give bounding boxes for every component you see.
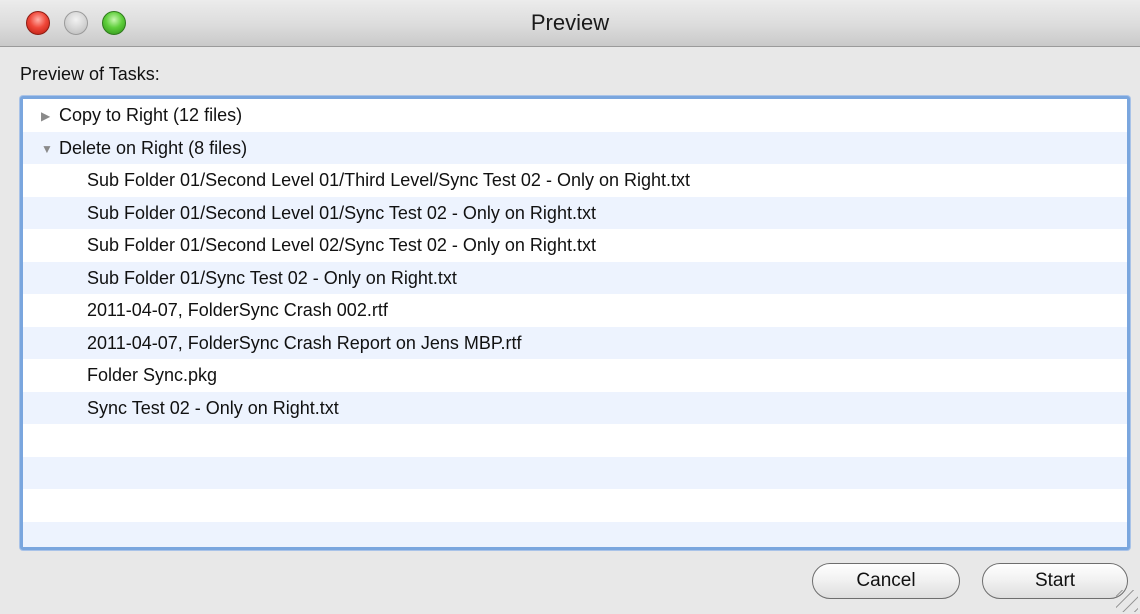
list-item[interactable]: 2011-04-07, FolderSync Crash 002.rtf [23, 294, 1127, 327]
file-path-label: Folder Sync.pkg [87, 365, 218, 385]
group-row-copy-to-right[interactable]: ▶ Copy to Right (12 files) [23, 99, 1127, 132]
preview-of-tasks-label: Preview of Tasks: [20, 64, 160, 84]
list-item[interactable]: Folder Sync.pkg [23, 359, 1127, 392]
group-label: Copy to Right (12 files) [59, 105, 243, 125]
resize-grip-icon[interactable] [1116, 590, 1138, 612]
cancel-button[interactable]: Cancel [812, 563, 960, 599]
file-path-label: Sync Test 02 - Only on Right.txt [87, 397, 339, 418]
file-path-label: 2011-04-07, FolderSync Crash Report on J… [87, 332, 522, 353]
list-item[interactable]: Sub Folder 01/Second Level 02/Sync Test … [23, 229, 1127, 262]
file-path-label: Sub Folder 01/Second Level 01/Third Leve… [87, 170, 690, 190]
window-title: Preview [530, 10, 610, 35]
empty-row [23, 521, 1127, 547]
file-path-label: Sub Folder 01/Sync Test 02 - Only on Rig… [87, 267, 457, 288]
list-item[interactable]: Sub Folder 01/Second Level 01/Sync Test … [23, 196, 1127, 229]
disclosure-collapsed-icon[interactable]: ▶ [41, 100, 59, 133]
file-path-label: Sub Folder 01/Second Level 02/Sync Test … [87, 235, 596, 255]
file-path-label: 2011-04-07, FolderSync Crash 002.rtf [87, 300, 388, 320]
preview-window: Preview Preview of Tasks: ▶ Copy to Right… [0, 0, 1140, 614]
group-label: Delete on Right (8 files) [59, 137, 248, 158]
list-item[interactable]: Sync Test 02 - Only on Right.txt [23, 391, 1127, 424]
group-row-delete-on-right[interactable]: ▼ Delete on Right (8 files) [23, 131, 1127, 166]
empty-row [23, 424, 1127, 457]
empty-row [23, 456, 1127, 489]
tasks-outline-list[interactable]: ▶ Copy to Right (12 files) ▼ Delete on Rig… [20, 96, 1130, 550]
file-path-label: Sub Folder 01/Second Level 01/Sync Test … [87, 202, 596, 223]
start-button[interactable]: Start [982, 563, 1128, 599]
list-item[interactable]: Sub Folder 01/Sync Test 02 - Only on Rig… [23, 261, 1127, 294]
disclosure-expanded-icon[interactable]: ▼ [41, 133, 59, 166]
list-item[interactable]: 2011-04-07, FolderSync Crash Report on J… [23, 326, 1127, 359]
list-item[interactable]: Sub Folder 01/Second Level 01/Third Leve… [23, 164, 1127, 197]
title-bar: Preview [0, 0, 1140, 47]
empty-row [23, 489, 1127, 522]
